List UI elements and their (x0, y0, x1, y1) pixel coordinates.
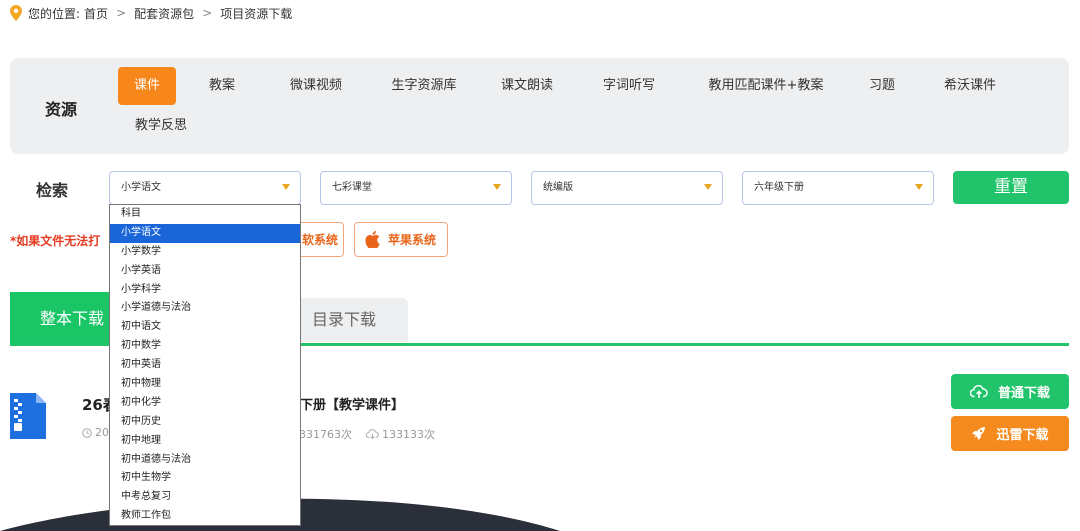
file-downloads-value: 133133次 (382, 428, 435, 441)
caret-down-icon (493, 184, 501, 190)
file-date-value: 20 (95, 426, 109, 439)
subject-select[interactable]: 小学语文 (109, 171, 301, 205)
grade-select-value: 六年级下册 (754, 182, 804, 193)
tab-character-library[interactable]: 生字资源库 (376, 67, 472, 105)
grade-select[interactable]: 六年级下册 (742, 171, 934, 205)
subject-dropdown-list[interactable]: 科目 小学语文 小学数学 小学英语 小学科学 小学道德与法治 初中语文 初中数学… (109, 204, 301, 526)
dropdown-option[interactable]: 初中化学 (110, 394, 300, 413)
tab-lesson-plan[interactable]: 教案 (200, 67, 244, 105)
dropdown-option-selected[interactable]: 小学语文 (110, 223, 300, 243)
dropdown-option[interactable]: 初中语文 (110, 318, 300, 337)
dropdown-option[interactable]: 小学数学 (110, 243, 300, 262)
dropdown-option[interactable]: 初中地理 (110, 432, 300, 451)
resource-title: 资源 (45, 100, 78, 119)
apple-icon (365, 231, 380, 248)
zip-file-icon (10, 393, 46, 439)
tab-full-download[interactable]: 整本下载 (10, 292, 110, 345)
apple-system-button[interactable]: 苹果系统 (354, 222, 448, 257)
file-open-notice: *如果文件无法打 (10, 234, 101, 248)
apple-system-label: 苹果系统 (388, 233, 437, 247)
caret-down-icon (704, 184, 712, 190)
caret-down-icon (915, 184, 923, 190)
tab-exercises[interactable]: 习题 (858, 67, 906, 105)
windows-system-label: 软系统 (301, 233, 338, 247)
caret-down-icon (282, 184, 290, 190)
dropdown-option[interactable]: 中考总复习 (110, 488, 300, 507)
breadcrumb-prefix: 您的位置: (28, 6, 81, 21)
reset-button[interactable]: 重置 (953, 171, 1069, 204)
subject-select-value: 小学语文 (121, 182, 161, 193)
dropdown-option[interactable]: 初中数学 (110, 337, 300, 356)
windows-system-button[interactable]: 软系统 (296, 222, 344, 257)
search-label: 检索 (36, 181, 69, 200)
tab-dictation[interactable]: 字词听写 (594, 67, 664, 105)
file-date: 20 (82, 426, 109, 439)
tab-text-reading[interactable]: 课文朗读 (492, 67, 562, 105)
file-downloads: 133133次 (366, 426, 435, 442)
resource-panel: 资源 课件 教案 微课视频 生字资源库 课文朗读 字词听写 教用匹配课件+教案 … (10, 58, 1069, 154)
dropdown-option[interactable]: 小学英语 (110, 262, 300, 281)
edition-select-value: 统编版 (543, 182, 573, 193)
cloud-upload-icon (969, 384, 988, 398)
thunder-download-button[interactable]: 迅雷下载 (951, 416, 1069, 451)
breadcrumb-home[interactable]: 首页 (84, 5, 108, 22)
dropdown-option[interactable]: 小学科学 (110, 281, 300, 300)
cloud-download-icon (366, 429, 379, 439)
series-select[interactable]: 七彩课堂 (320, 171, 512, 205)
file-title-end[interactable]: 下册【教学课件】 (300, 394, 404, 413)
dropdown-option[interactable]: 教师工作包 (110, 507, 300, 526)
normal-download-label: 普通下载 (997, 386, 1050, 401)
dropdown-option[interactable]: 初中历史 (110, 413, 300, 432)
location-pin-icon (10, 5, 22, 21)
file-views-value: 331763次 (299, 428, 352, 441)
clock-icon (82, 427, 92, 438)
tab-seewo-courseware[interactable]: 希沃课件 (932, 67, 1008, 105)
dropdown-option[interactable]: 初中生物学 (110, 469, 300, 488)
edition-select[interactable]: 统编版 (531, 171, 723, 205)
file-views: 331763次 (299, 426, 352, 442)
tab-teaching-reflection[interactable]: 教学反思 (126, 107, 196, 145)
dropdown-option[interactable]: 科目 (110, 205, 300, 224)
breadcrumb-current: 项目资源下载 (220, 6, 293, 21)
tab-matched-courseware[interactable]: 教用匹配课件+教案 (698, 67, 834, 105)
dropdown-option[interactable]: 初中英语 (110, 356, 300, 375)
tab-courseware[interactable]: 课件 (118, 67, 176, 105)
dropdown-option[interactable]: 小学道德与法治 (110, 299, 300, 318)
series-select-value: 七彩课堂 (332, 182, 372, 193)
rocket-icon (972, 427, 986, 440)
chevron-right-icon: > (116, 6, 127, 20)
breadcrumb-package[interactable]: 配套资源包 (134, 5, 194, 22)
chevron-right-icon: > (202, 6, 213, 20)
tab-micro-video[interactable]: 微课视频 (276, 67, 356, 105)
breadcrumb: 您的位置: 首页 > 配套资源包 > 项目资源下载 (10, 4, 292, 22)
thunder-download-label: 迅雷下载 (996, 428, 1049, 443)
normal-download-button[interactable]: 普通下载 (951, 374, 1069, 409)
dropdown-option[interactable]: 初中物理 (110, 375, 300, 394)
dropdown-option[interactable]: 初中道德与法治 (110, 451, 300, 470)
